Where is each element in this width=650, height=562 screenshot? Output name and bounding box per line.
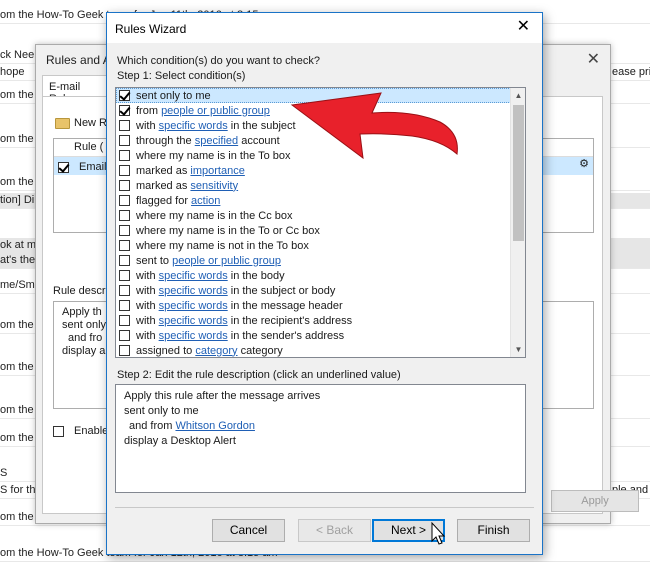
mouse-cursor-icon	[431, 521, 446, 545]
